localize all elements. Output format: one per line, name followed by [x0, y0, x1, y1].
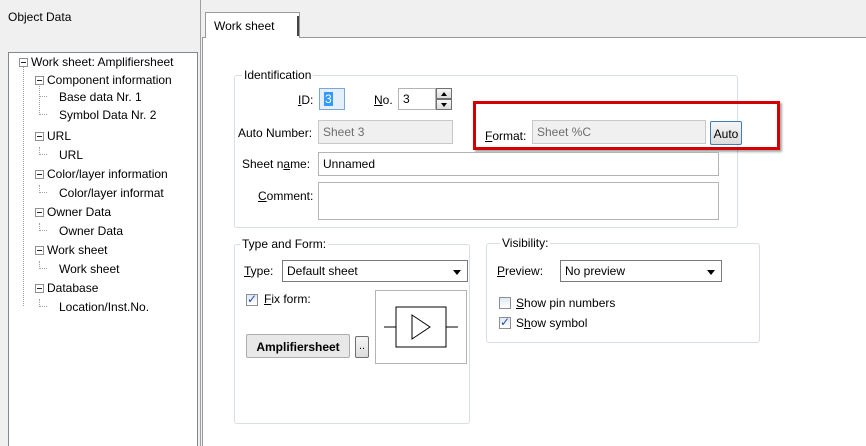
comment-label: Comment: — [258, 189, 314, 203]
id-input[interactable]: 3 — [319, 88, 345, 110]
form-preview — [375, 290, 467, 364]
spin-up-button[interactable] — [436, 88, 452, 99]
highlight-box — [473, 101, 780, 150]
tree-item-base-data[interactable]: Base data Nr. 1 — [59, 90, 142, 104]
down-arrow-icon — [441, 103, 447, 107]
show-symbol-checkbox[interactable] — [499, 315, 511, 329]
tree-item-work-sheet-child[interactable]: Work sheet — [59, 262, 119, 276]
tree-item-color-layer-child[interactable]: Color/layer informat — [59, 186, 164, 200]
tree-item-url[interactable]: URL — [47, 129, 71, 143]
id-label: ID: — [298, 93, 314, 107]
tree-item-database[interactable]: Database — [47, 281, 98, 295]
browse-button[interactable]: .. — [355, 336, 369, 358]
sheet-name-label: Sheet name: — [242, 157, 311, 171]
amplifier-symbol-icon — [384, 306, 458, 348]
auto-number-label: Auto Number: — [238, 126, 313, 140]
show-symbol-label: Show symbol — [516, 316, 588, 330]
no-input[interactable]: 3 — [398, 88, 436, 110]
identification-title: Identification — [242, 68, 314, 82]
visibility-title: Visibility: — [500, 236, 551, 250]
tree-item-component-information[interactable]: Component information — [47, 73, 172, 87]
show-pin-numbers-checkbox[interactable] — [499, 297, 511, 309]
tree-item-symbol-data[interactable]: Symbol Data Nr. 2 — [59, 108, 156, 122]
collapse-icon[interactable] — [19, 58, 28, 67]
type-select[interactable]: Default sheet — [282, 260, 468, 282]
spin-down-button[interactable] — [436, 99, 452, 110]
chevron-down-icon — [453, 270, 461, 275]
tree-item-root[interactable]: Work sheet: Amplifiersheet — [31, 55, 174, 69]
preview-label: Preview: — [497, 264, 544, 278]
comment-input[interactable] — [318, 182, 719, 220]
object-tree[interactable]: Work sheet: Amplifiersheet Component inf… — [8, 52, 198, 446]
preview-value: No preview — [565, 264, 626, 278]
panel-divider[interactable] — [200, 0, 201, 446]
fix-form-checkbox[interactable] — [246, 292, 258, 306]
tab-edge — [297, 16, 299, 36]
object-data-title: Object Data — [8, 10, 72, 24]
collapse-icon[interactable] — [35, 208, 44, 217]
auto-number-field: Sheet 3 — [318, 120, 453, 144]
type-label: Type: — [244, 264, 274, 278]
id-value: 3 — [324, 92, 333, 106]
collapse-icon[interactable] — [35, 246, 44, 255]
fix-form-label: Fix form: — [264, 292, 311, 306]
show-pin-numbers-label: Show pin numbers — [516, 296, 616, 310]
form-name-field[interactable]: Amplifiersheet — [246, 334, 350, 358]
collapse-icon[interactable] — [35, 170, 44, 179]
collapse-icon[interactable] — [35, 284, 44, 293]
preview-select[interactable]: No preview — [560, 260, 722, 282]
type-form-title: Type and Form: — [240, 237, 329, 251]
type-value: Default sheet — [287, 264, 358, 278]
tab-work-sheet[interactable]: Work sheet — [205, 12, 300, 38]
tree-item-url-child[interactable]: URL — [59, 148, 83, 162]
chevron-down-icon — [707, 270, 715, 275]
tree-item-owner-data-child[interactable]: Owner Data — [59, 224, 123, 238]
no-label: No. — [374, 93, 393, 107]
up-arrow-icon — [441, 92, 447, 96]
tree-item-owner-data[interactable]: Owner Data — [47, 205, 111, 219]
tree-item-work-sheet[interactable]: Work sheet — [47, 243, 107, 257]
tree-item-color-layer[interactable]: Color/layer information — [47, 167, 168, 181]
collapse-icon[interactable] — [35, 132, 44, 141]
collapse-icon[interactable] — [35, 76, 44, 85]
tree-item-location[interactable]: Location/Inst.No. — [59, 300, 149, 314]
sheet-name-input[interactable]: Unnamed — [318, 152, 719, 176]
